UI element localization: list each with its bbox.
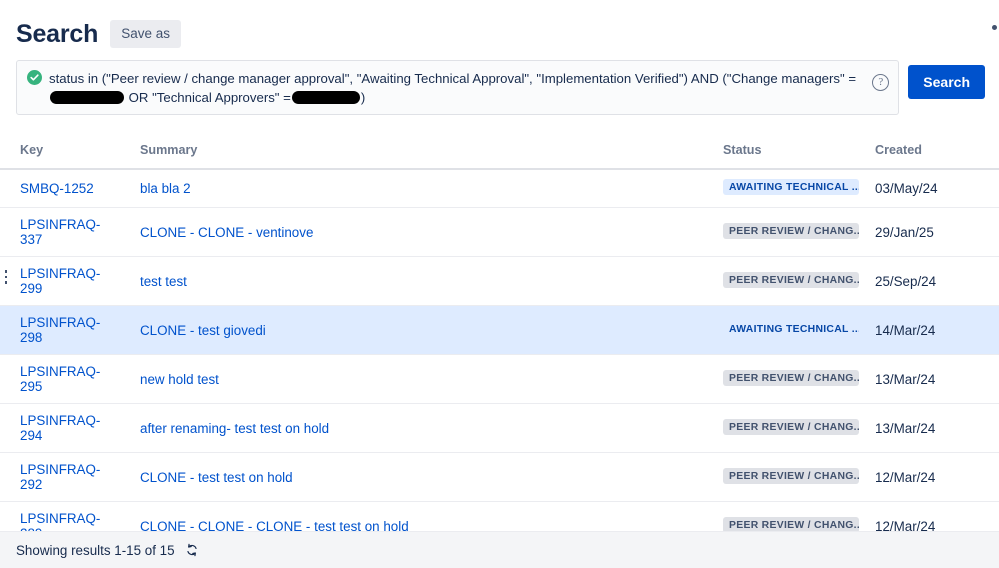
cell-status: PEER REVIEW / CHANG... [715,354,867,404]
cell-summary: CLONE - test test on hold [122,452,715,502]
refresh-icon[interactable] [185,543,199,557]
status-badge: AWAITING TECHNICAL ... [723,320,859,337]
redacted-value-1 [50,91,124,104]
jql-text-segment-3: ) [360,90,366,105]
cell-created: 13/Mar/24 [867,403,999,453]
issue-summary-link[interactable]: bla bla 2 [140,181,191,196]
issue-key-link[interactable]: LPSINFRAQ-294 [20,413,100,443]
column-header-created[interactable]: Created [867,137,999,170]
jql-text-segment-1: status in ("Peer review / change manager… [49,71,857,86]
cell-status: AWAITING TECHNICAL ... [715,305,867,355]
search-button[interactable]: Search [908,65,985,99]
results-table: Key Summary Status Created SMBQ-1252 bla … [0,137,999,568]
column-header-key[interactable]: Key [0,137,122,170]
issue-summary-link[interactable]: after renaming- test test on hold [140,421,329,436]
cell-summary: CLONE - CLONE - ventinove [122,207,715,257]
table-row[interactable]: LPSINFRAQ-337 CLONE - CLONE - ventinove PE… [0,207,999,257]
page-title: Search [16,19,99,48]
cell-key: LPSINFRAQ-292 [0,452,122,502]
cell-summary: test test [122,256,715,306]
save-as-button[interactable]: Save as [110,19,181,49]
table-body: SMBQ-1252 bla bla 2 AWAITING TECHNICAL ...… [0,169,999,568]
status-badge: AWAITING TECHNICAL ... [723,179,859,195]
row-drag-handle-icon[interactable] [1,266,11,288]
cell-summary: CLONE - test giovedi [122,305,715,355]
issue-summary-link[interactable]: CLONE - test test on hold [140,470,293,485]
page-header: Search Save as [0,0,999,54]
cell-key: SMBQ-1252 [0,169,122,208]
cell-summary: bla bla 2 [122,169,715,208]
issue-key-link[interactable]: LPSINFRAQ-299 [20,266,100,296]
issue-key-link[interactable]: LPSINFRAQ-295 [20,364,100,394]
cell-key: LPSINFRAQ-294 [0,403,122,453]
cell-status: PEER REVIEW / CHANG... [715,452,867,502]
table-row[interactable]: SMBQ-1252 bla bla 2 AWAITING TECHNICAL ...… [0,169,999,208]
cell-key: LPSINFRAQ-337 [0,207,122,257]
table-row[interactable]: LPSINFRAQ-295 new hold test PEER REVIEW / … [0,354,999,404]
cell-summary: new hold test [122,354,715,404]
issue-key-link[interactable]: LPSINFRAQ-337 [20,217,100,247]
cell-status: PEER REVIEW / CHANG... [715,256,867,306]
table-row[interactable]: LPSINFRAQ-299 test test PEER REVIEW / CHAN… [0,256,999,306]
redacted-value-2 [291,91,360,104]
issue-key-link[interactable]: LPSINFRAQ-292 [20,462,100,492]
table-row[interactable]: LPSINFRAQ-298 CLONE - test giovedi AWAITIN… [0,305,999,355]
results-footer: Showing results 1-15 of 15 [0,531,999,568]
table-header-row: Key Summary Status Created [0,137,999,170]
cell-status: AWAITING TECHNICAL ... [715,169,867,208]
cell-key: LPSINFRAQ-299 [0,256,122,306]
cell-created: 14/Mar/24 [867,305,999,355]
jql-search-input[interactable]: status in ("Peer review / change manager… [16,60,900,115]
cell-created: 25/Sep/24 [867,256,999,306]
status-badge: PEER REVIEW / CHANG... [723,467,859,484]
jql-text-segment-2: OR "Technical Approvers" = [125,90,291,105]
status-badge: PEER REVIEW / CHANG... [723,418,859,435]
cell-created: 03/May/24 [867,169,999,208]
table-row[interactable]: LPSINFRAQ-294 after renaming- test test o… [0,403,999,453]
cell-key: LPSINFRAQ-295 [0,354,122,404]
issue-summary-link[interactable]: new hold test [140,372,219,387]
cell-created: 29/Jan/25 [867,207,999,257]
issue-summary-link[interactable]: test test [140,274,187,289]
query-bar: status in ("Peer review / change manager… [0,60,999,115]
status-badge: PEER REVIEW / CHANG... [723,271,859,288]
issue-key-link[interactable]: LPSINFRAQ-298 [20,315,100,345]
issue-summary-link[interactable]: CLONE - test giovedi [140,323,266,338]
cell-summary: after renaming- test test on hold [122,403,715,453]
status-badge: PEER REVIEW / CHANG... [723,369,859,386]
cell-key: LPSINFRAQ-298 [0,305,122,355]
corner-indicator-dot [992,25,997,30]
jira-search-page: Search Save as status in ("Peer review /… [0,0,999,568]
cell-status: PEER REVIEW / CHANG... [715,207,867,257]
column-header-summary[interactable]: Summary [122,137,715,170]
status-badge: PEER REVIEW / CHANG... [723,222,859,239]
table-row[interactable]: LPSINFRAQ-292 CLONE - test test on hold PE… [0,452,999,502]
cell-status: PEER REVIEW / CHANG... [715,403,867,453]
column-header-status[interactable]: Status [715,137,867,170]
question-circle-icon[interactable]: ? [872,74,890,91]
table-header: Key Summary Status Created [0,137,999,170]
results-count-label: Showing results 1-15 of 15 [16,542,175,558]
jql-query-text: status in ("Peer review / change manager… [49,68,864,107]
green-check-icon [27,70,42,85]
cell-created: 13/Mar/24 [867,354,999,404]
issue-key-link[interactable]: SMBQ-1252 [20,181,94,196]
issue-summary-link[interactable]: CLONE - CLONE - ventinove [140,225,313,240]
cell-created: 12/Mar/24 [867,452,999,502]
results-table-container: Key Summary Status Created SMBQ-1252 bla … [0,137,999,568]
